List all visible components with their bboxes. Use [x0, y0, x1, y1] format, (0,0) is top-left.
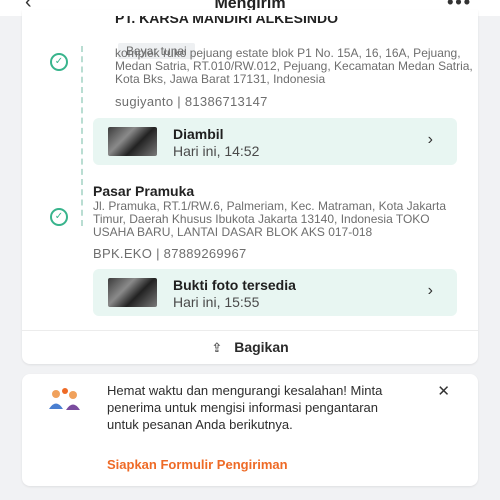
pickup-contact: sugiyanto | 81386713147: [115, 94, 268, 109]
pickup-status-time: Hari ini, 14:52: [173, 143, 260, 159]
dropoff-status-time: Hari ini, 15:55: [173, 294, 260, 310]
chevron-right-icon: ›: [427, 131, 433, 148]
dropoff-address: Jl. Pramuka, RT.1/RW.6, Palmeriam, Kec. …: [93, 199, 447, 239]
prepare-delivery-form-link[interactable]: Siapkan Formulir Pengiriman: [107, 457, 288, 472]
tip-text: Hemat waktu dan mengurangi kesalahan! Mi…: [107, 383, 383, 432]
delivery-form-tip-card: Hemat waktu dan mengurangi kesalahan! Mi…: [22, 374, 478, 486]
timeline-line: [81, 46, 83, 226]
pickup-status-title: Diambil: [173, 126, 224, 142]
check-icon: ✓: [50, 208, 68, 226]
dropoff-contact: BPK.EKO | 87889269967: [93, 246, 247, 261]
pickup-name: PT. KARSA MANDIRI ALKESINDO: [115, 10, 338, 26]
pickup-address: komplek ruko pejuang estate blok P1 No. …: [115, 46, 473, 86]
pickup-status-button[interactable]: Diambil Hari ini, 14:52 ›: [93, 118, 457, 165]
divider: [22, 330, 478, 331]
check-icon: ✓: [50, 53, 68, 71]
pickup-photo-thumbnail: [108, 127, 157, 156]
chevron-right-icon: ›: [427, 282, 433, 299]
close-icon[interactable]: ✕: [437, 382, 450, 400]
delivery-route-card: PT. KARSA MANDIRI ALKESINDO Bayar tunai …: [22, 10, 478, 364]
dropoff-status-title: Bukti foto tersedia: [173, 277, 296, 293]
share-button[interactable]: ⇪ Bagikan: [22, 339, 478, 356]
dropoff-status-button[interactable]: Bukti foto tersedia Hari ini, 15:55 ›: [93, 269, 457, 316]
dropoff-photo-thumbnail: [108, 278, 157, 307]
share-icon: ⇪: [211, 340, 223, 355]
share-label: Bagikan: [234, 339, 289, 355]
dropoff-name: Pasar Pramuka: [93, 183, 195, 199]
people-icon: [49, 388, 80, 410]
